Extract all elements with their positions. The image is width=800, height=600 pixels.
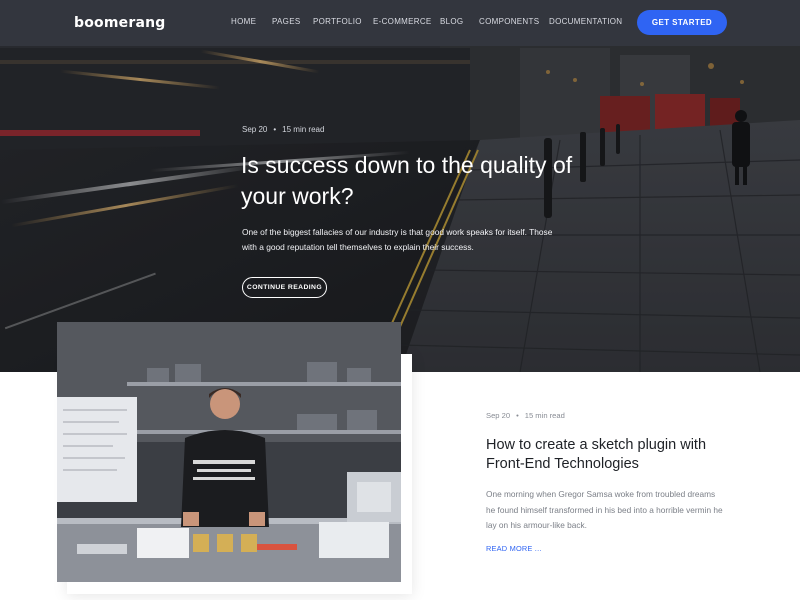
hero-post-meta: Sep 20 • 15 min read	[242, 125, 324, 134]
hero-post-date: Sep 20	[242, 125, 268, 134]
post-excerpt: One morning when Gregor Samsa woke from …	[486, 489, 723, 530]
post-title[interactable]: How to create a sketch plugin with Front…	[486, 436, 726, 474]
post-image-illustration	[57, 322, 401, 582]
post-image[interactable]	[57, 322, 401, 582]
separator-dot: •	[516, 411, 519, 420]
nav-item-ecommerce[interactable]: E-COMMERCE	[373, 17, 432, 26]
post-date: Sep 20	[486, 411, 511, 420]
nav-item-pages[interactable]: PAGES	[272, 17, 300, 26]
post-read-time: 15 min read	[524, 411, 565, 420]
top-navbar: boomerang HOME PAGES PORTFOLIO E-COMMERC…	[0, 0, 800, 46]
read-more-link[interactable]: READ MORE ...	[486, 544, 542, 553]
post-meta: Sep 20 • 15 min read	[486, 411, 565, 420]
nav-item-portfolio[interactable]: PORTFOLIO	[313, 17, 362, 26]
nav-item-blog[interactable]: BLOG	[440, 17, 463, 26]
continue-reading-button[interactable]: CONTINUE READING	[242, 277, 327, 298]
get-started-button[interactable]: GET STARTED	[637, 10, 727, 35]
nav-item-documentation[interactable]: DOCUMENTATION	[549, 17, 622, 26]
nav-item-home[interactable]: HOME	[231, 17, 256, 26]
hero-excerpt: One of the biggest fallacies of our indu…	[242, 227, 553, 252]
brand-logo[interactable]: boomerang	[74, 15, 165, 31]
hero-read-time: 15 min read	[282, 125, 325, 134]
hero-title: Is success down to the quality of your w…	[241, 152, 573, 209]
separator-dot: •	[273, 125, 277, 134]
hero-section: boomerang HOME PAGES PORTFOLIO E-COMMERC…	[0, 0, 800, 372]
nav-item-components[interactable]: COMPONENTS	[479, 17, 539, 26]
